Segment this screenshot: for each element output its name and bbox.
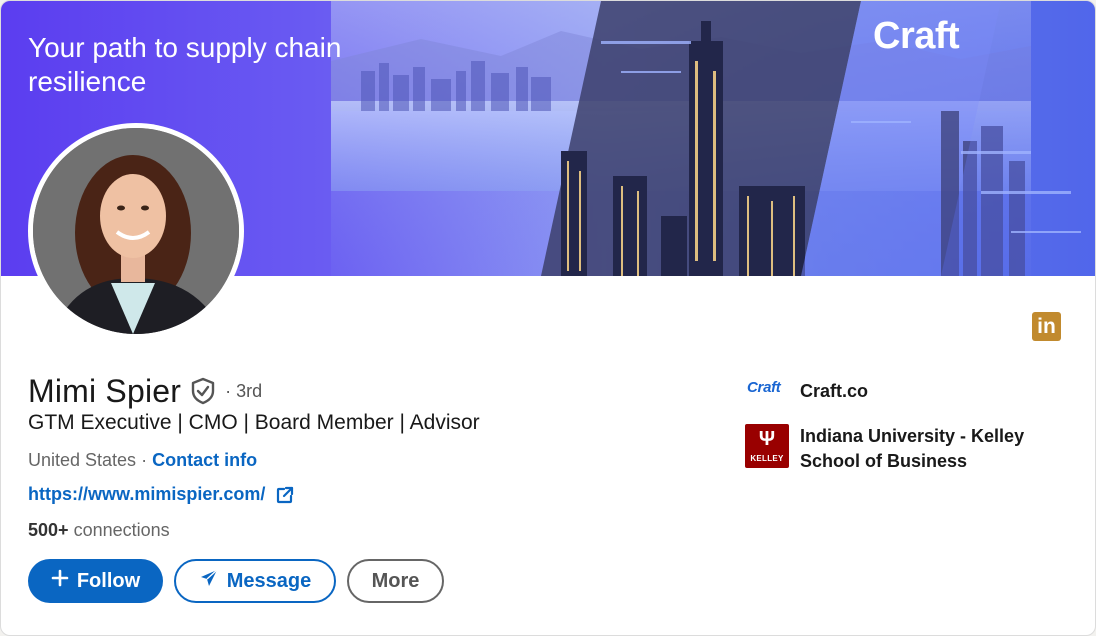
website-link[interactable]: https://www.mimispier.com/ <box>28 484 295 505</box>
more-label: More <box>371 569 420 592</box>
name-row: Mimi Spier · 3rd <box>28 371 262 411</box>
profile-name: Mimi Spier <box>28 372 182 409</box>
profile-location: United States <box>28 450 137 470</box>
current-company[interactable]: Craft Craft.co <box>747 379 868 404</box>
banner-tagline: Your path to supply chain resilience <box>28 32 342 97</box>
more-button[interactable]: More <box>347 559 444 603</box>
contact-info-link[interactable]: Contact info <box>152 450 257 470</box>
shield-check-icon[interactable] <box>189 377 217 405</box>
school-name-line2: School of Business <box>800 451 968 471</box>
external-link-icon <box>275 485 295 505</box>
message-label: Message <box>226 569 312 592</box>
message-button[interactable]: Message <box>174 559 336 603</box>
indiana-university-logo: Ψ KELLEY <box>745 424 789 468</box>
location-row: United States · Contact info <box>28 450 257 471</box>
profile-headline: GTM Executive | CMO | Board Member | Adv… <box>28 411 480 434</box>
school-name-line1: Indiana University - Kelley <box>800 426 1025 446</box>
follow-button[interactable]: Follow <box>28 559 163 603</box>
connections-number: 500+ <box>28 520 69 540</box>
plus-icon <box>51 569 69 593</box>
connections-count[interactable]: 500+ connections <box>28 520 170 541</box>
craft-company-logo: Craft <box>747 379 781 396</box>
linkedin-icon[interactable]: in <box>1032 312 1061 341</box>
company-name: Craft.co <box>800 381 869 401</box>
kelley-wordmark: KELLEY <box>750 454 784 463</box>
education-school[interactable]: Ψ KELLEY Indiana University - Kelley Sch… <box>745 424 1024 474</box>
banner-brand-logo: Craft <box>873 15 960 57</box>
iu-trident-icon: Ψ <box>758 428 776 450</box>
avatar-photo <box>33 128 239 334</box>
paper-plane-icon <box>199 568 219 594</box>
website-url: https://www.mimispier.com/ <box>28 484 266 504</box>
profile-card: Your path to supply chain resilience Cra… <box>0 0 1096 636</box>
location-separator: · <box>141 450 148 470</box>
connection-degree: · 3rd <box>225 380 263 401</box>
connections-label: connections <box>73 520 170 540</box>
follow-label: Follow <box>76 569 141 592</box>
school-name: Indiana University - Kelley School of Bu… <box>800 424 1024 474</box>
profile-avatar[interactable] <box>28 123 244 339</box>
